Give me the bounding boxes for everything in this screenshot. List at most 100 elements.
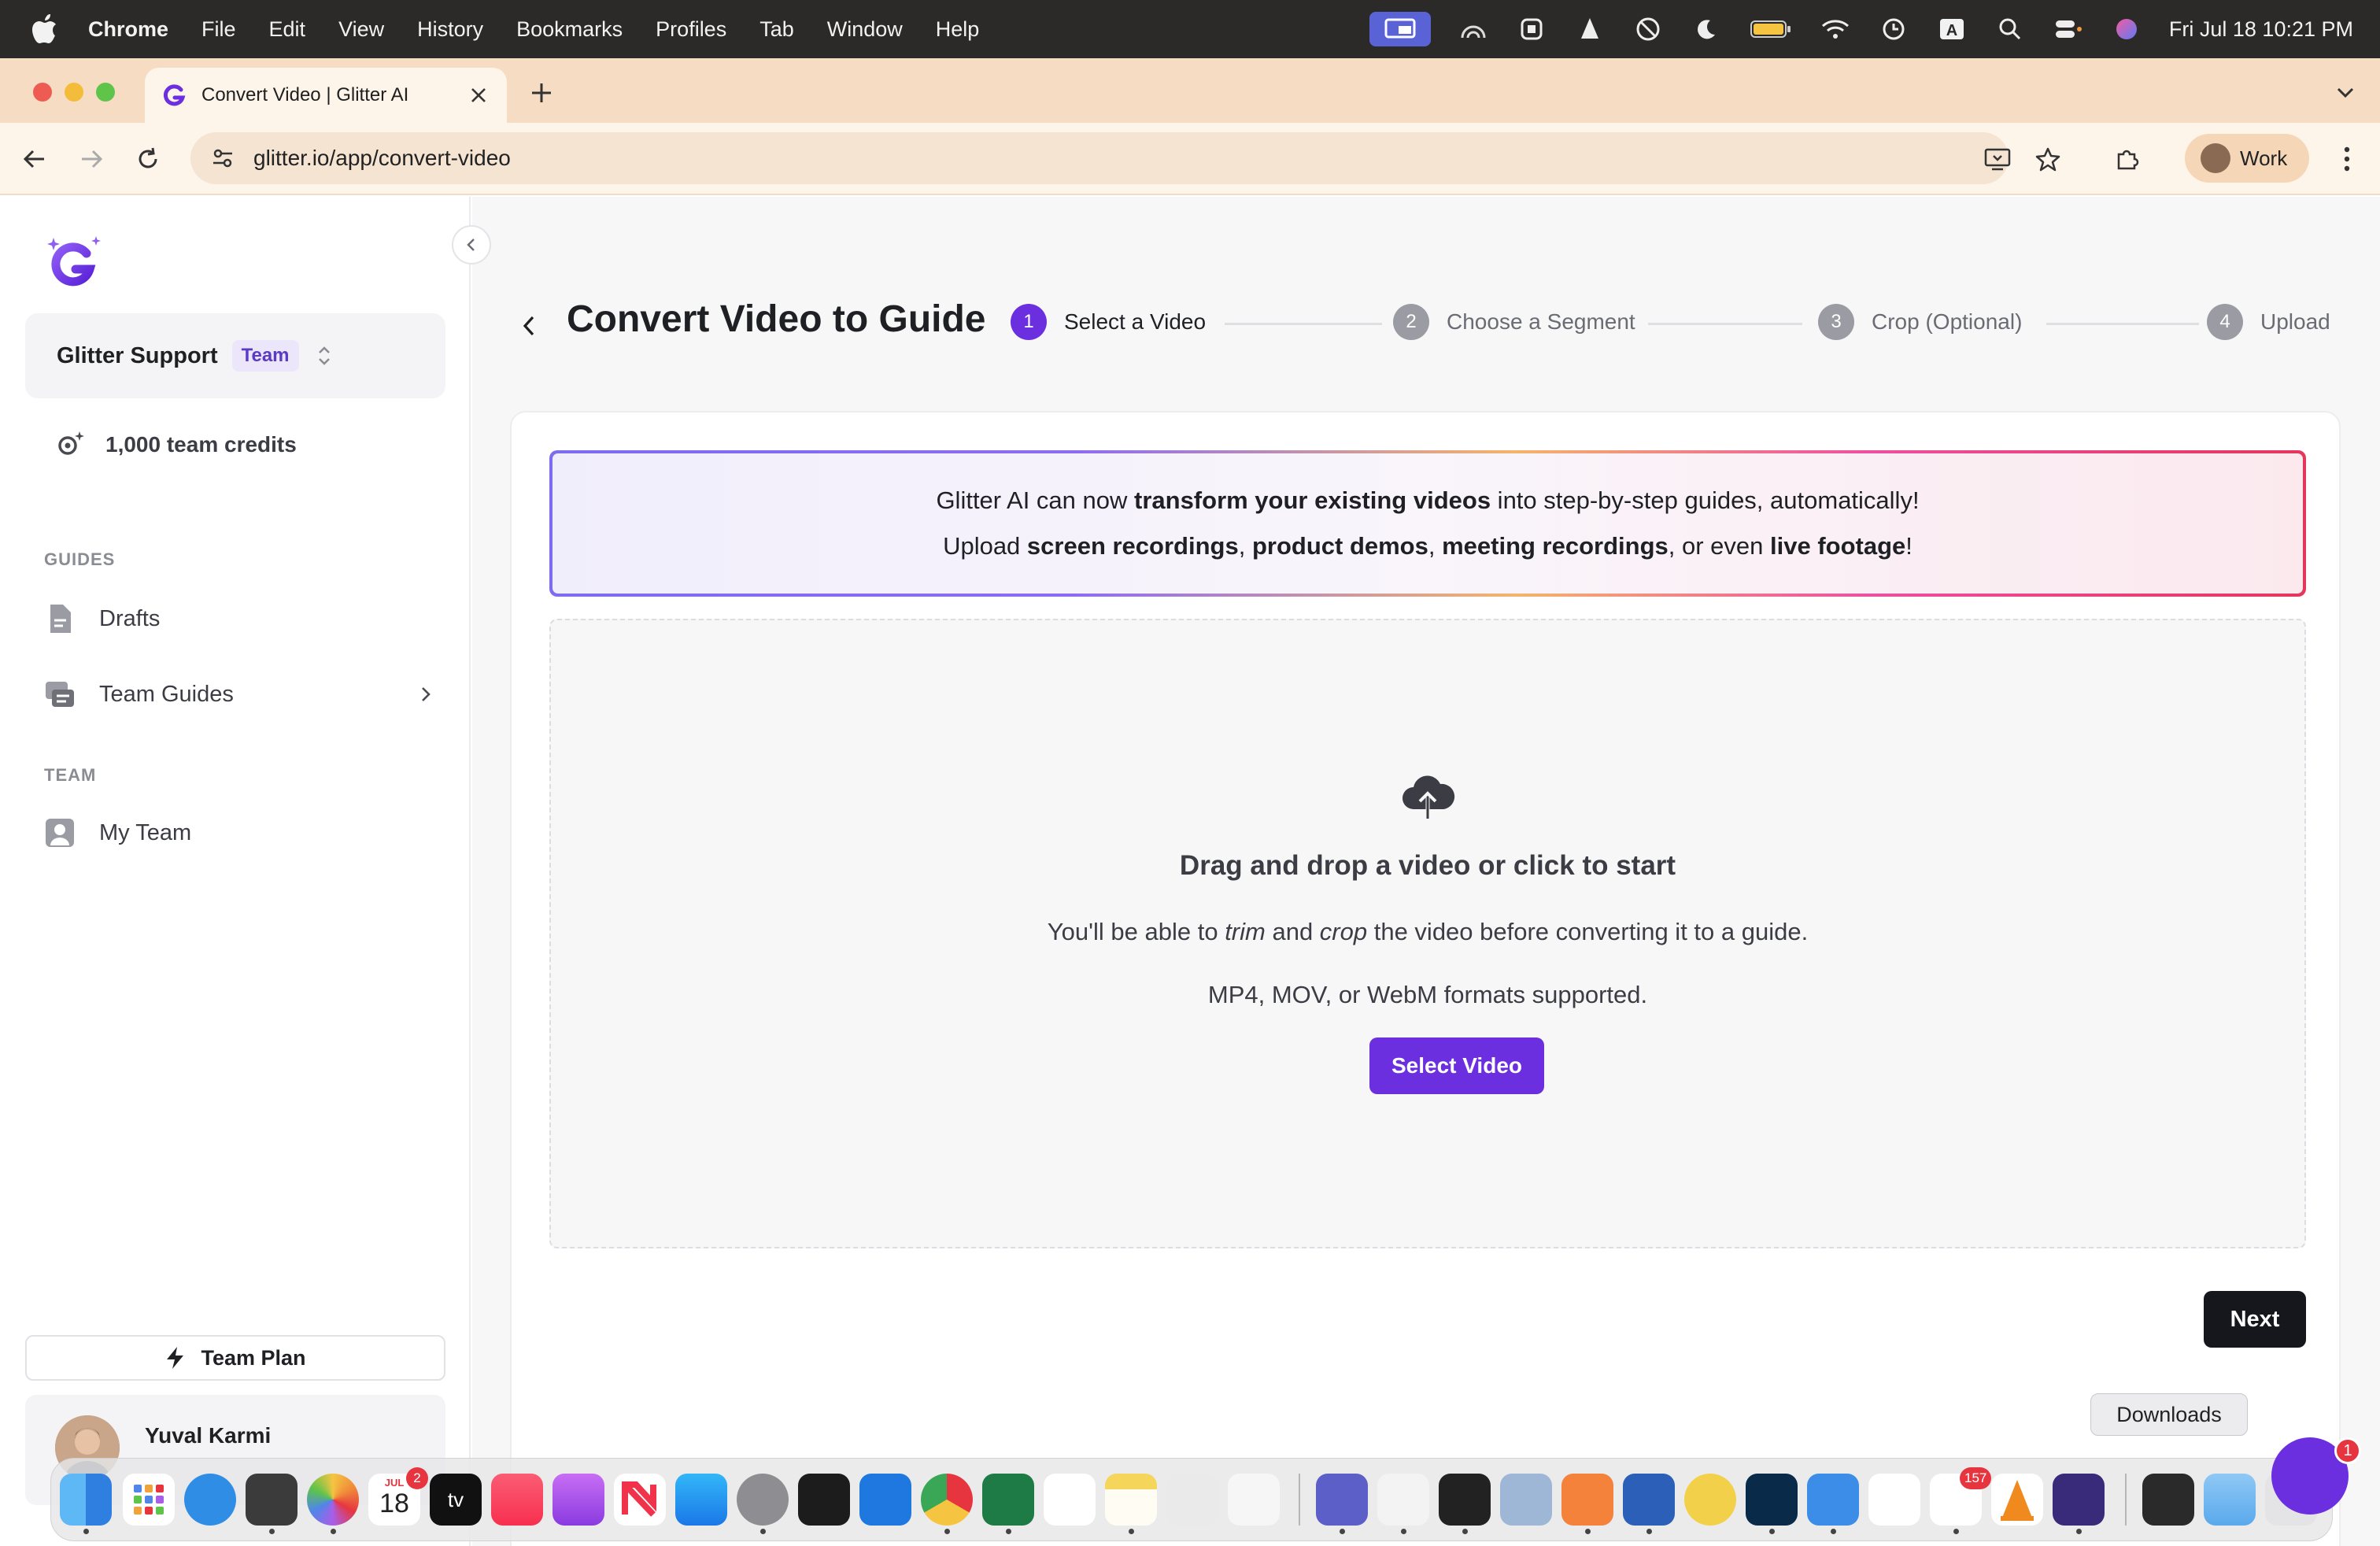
pages-icon[interactable] — [1561, 1474, 1613, 1526]
tab-close-icon[interactable] — [468, 84, 490, 106]
menubar-clock[interactable]: Fri Jul 18 10:21 PM — [2169, 17, 2353, 42]
terminal-icon[interactable] — [798, 1474, 850, 1526]
supported-formats: MP4, MOV, or WebM formats supported. — [1207, 981, 1648, 1008]
minimize-window-button[interactable] — [65, 83, 83, 102]
chrome-menu-kebab-icon[interactable] — [2331, 142, 2363, 176]
photoshop-icon[interactable] — [1746, 1474, 1798, 1526]
profile-chip[interactable]: Work — [2185, 134, 2309, 183]
back-arrow-icon[interactable] — [16, 140, 54, 178]
time-machine-icon[interactable] — [1878, 13, 1909, 45]
sidebar-item-team-guides[interactable]: Team Guides — [44, 669, 438, 719]
preview-icon[interactable] — [1500, 1474, 1552, 1526]
menu-edit[interactable]: Edit — [269, 17, 306, 42]
page-title: Convert Video to Guide — [567, 298, 986, 340]
cyberduck-icon[interactable] — [1684, 1474, 1736, 1526]
menu-help[interactable]: Help — [936, 17, 980, 42]
tab-search-chevron-icon[interactable] — [2330, 77, 2361, 109]
paper-plane-icon[interactable] — [1228, 1474, 1280, 1526]
glitter-logo-icon[interactable] — [46, 233, 105, 293]
calendar-day: 18 — [379, 1489, 409, 1518]
video-dropzone[interactable]: Drag and drop a video or click to start … — [549, 619, 2306, 1248]
profile-avatar — [2201, 143, 2230, 173]
collapse-sidebar-button[interactable] — [452, 225, 491, 264]
bookmark-star-icon[interactable] — [2031, 142, 2065, 176]
dock-divider — [2125, 1474, 2127, 1526]
workspace-switcher[interactable]: Glitter Support Team — [25, 313, 445, 398]
sidebar-item-label: My Team — [99, 819, 192, 845]
trello-icon[interactable] — [859, 1474, 911, 1526]
word-icon[interactable] — [1623, 1474, 1675, 1526]
menu-tab[interactable]: Tab — [759, 17, 794, 42]
menu-bookmarks[interactable]: Bookmarks — [516, 17, 623, 42]
safari-icon[interactable] — [184, 1474, 236, 1526]
news-icon[interactable] — [614, 1474, 666, 1526]
finder-icon[interactable] — [60, 1474, 112, 1526]
chrome-icon[interactable] — [921, 1474, 973, 1526]
glitter-app-icon[interactable] — [2053, 1474, 2105, 1526]
teams-icon[interactable] — [1316, 1474, 1368, 1526]
voice-memos-icon[interactable] — [1377, 1474, 1429, 1526]
step-connector — [1225, 323, 1382, 325]
forward-arrow-icon[interactable] — [72, 140, 110, 178]
calendar-badge: 2 — [406, 1467, 428, 1489]
menu-window[interactable]: Window — [827, 17, 903, 42]
menu-file[interactable]: File — [201, 17, 236, 42]
browser-tab-active[interactable]: Convert Video | Glitter AI — [145, 68, 507, 123]
launchpad-icon[interactable] — [123, 1474, 175, 1526]
menu-profiles[interactable]: Profiles — [656, 17, 726, 42]
apple-menu-icon[interactable] — [31, 14, 58, 44]
reload-icon[interactable] — [129, 140, 167, 178]
address-bar[interactable]: glitter.io/app/convert-video — [190, 132, 2009, 184]
back-chevron-icon[interactable] — [513, 307, 545, 345]
new-tab-plus-icon[interactable] — [524, 76, 559, 110]
unity-icon[interactable] — [1439, 1474, 1491, 1526]
control-center-icon[interactable] — [2053, 13, 2084, 45]
sidebar-item-my-team[interactable]: My Team — [44, 808, 438, 858]
running-indicator — [760, 1529, 766, 1534]
chat-badge: 1 — [2334, 1437, 2361, 1464]
menu-history[interactable]: History — [417, 17, 483, 42]
system-settings-icon[interactable] — [737, 1474, 789, 1526]
extensions-puzzle-icon[interactable] — [2109, 142, 2144, 176]
sublime-text-icon[interactable] — [246, 1474, 298, 1526]
next-button[interactable]: Next — [2204, 1291, 2306, 1348]
sidebar-item-drafts[interactable]: Drafts — [44, 594, 438, 644]
team-credits: 1,000 team credits — [55, 430, 297, 460]
photos-icon[interactable] — [307, 1474, 359, 1526]
proton-vpn-icon[interactable] — [1807, 1474, 1859, 1526]
vlc-menu-icon[interactable] — [1574, 13, 1606, 45]
vlc-icon[interactable] — [1991, 1474, 2043, 1526]
team-plan-button[interactable]: Team Plan — [25, 1335, 445, 1381]
do-not-disturb-icon[interactable] — [1632, 13, 1664, 45]
focus-moon-icon[interactable] — [1691, 13, 1722, 45]
install-app-icon[interactable] — [1980, 142, 2015, 176]
folder-icon[interactable] — [2204, 1474, 2256, 1526]
input-source-icon[interactable]: A — [1936, 13, 1968, 45]
menu-app-name[interactable]: Chrome — [88, 17, 168, 42]
menu-view[interactable]: View — [338, 17, 384, 42]
apple-tv-icon[interactable]: tv — [430, 1474, 482, 1526]
screen-share-icon[interactable] — [1369, 12, 1431, 46]
excel-icon[interactable] — [982, 1474, 1034, 1526]
siri-icon[interactable] — [2111, 13, 2142, 45]
wifi-icon[interactable] — [1820, 13, 1851, 45]
notes-icon[interactable] — [1105, 1474, 1157, 1526]
stage-manager-icon[interactable] — [1516, 13, 1547, 45]
battery-icon[interactable] — [1749, 13, 1793, 45]
dock-divider — [1299, 1474, 1300, 1526]
running-indicator — [1401, 1529, 1406, 1534]
freeform-icon[interactable] — [1044, 1474, 1096, 1526]
podcasts-icon[interactable] — [552, 1474, 604, 1526]
site-settings-icon[interactable] — [209, 145, 236, 172]
music-icon[interactable] — [491, 1474, 543, 1526]
zoom-window-button[interactable] — [96, 83, 115, 102]
select-video-button[interactable]: Select Video — [1369, 1037, 1544, 1094]
team-section-label: TEAM — [44, 765, 97, 785]
close-window-button[interactable] — [33, 83, 52, 102]
downloads-stack-icon[interactable] — [2142, 1474, 2194, 1526]
iphone-mirroring-icon[interactable] — [1166, 1474, 1218, 1526]
vscode-icon[interactable] — [1868, 1474, 1920, 1526]
app-store-icon[interactable] — [675, 1474, 727, 1526]
airplay-audio-icon[interactable] — [1458, 13, 1489, 45]
spotlight-search-icon[interactable] — [1994, 13, 2026, 45]
